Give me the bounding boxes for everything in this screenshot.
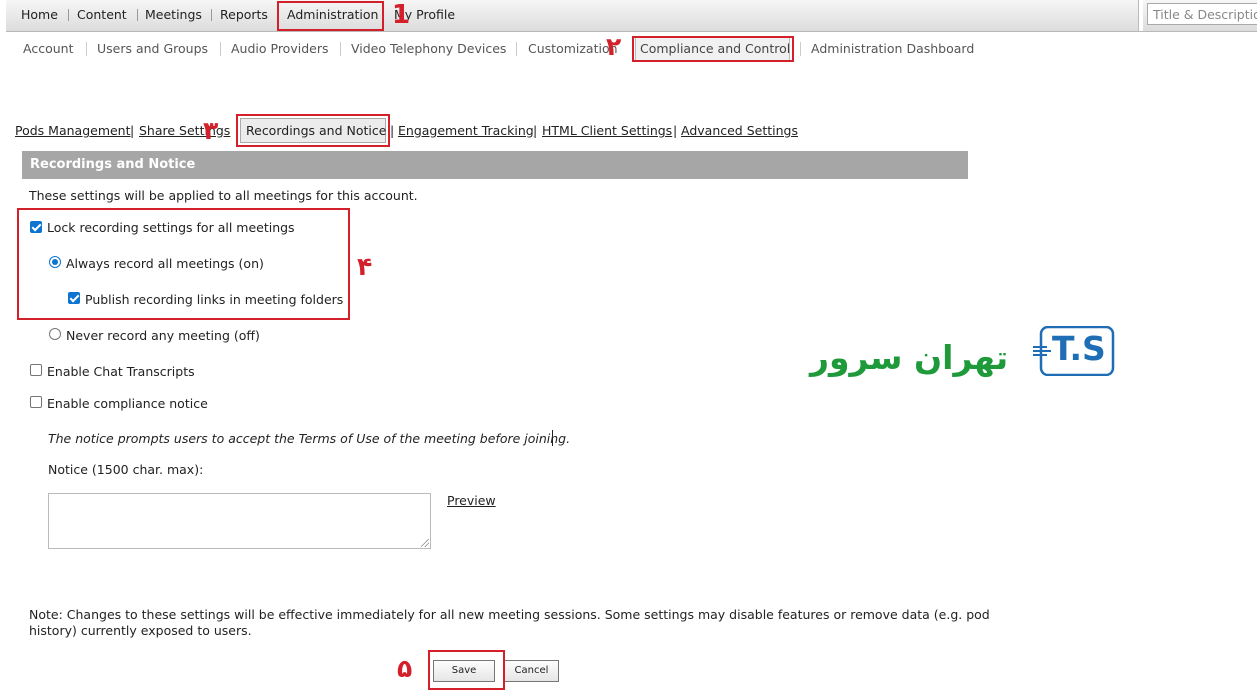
tab-separator: | bbox=[673, 123, 678, 138]
subnav-video-telephony-devices[interactable]: Video Telephony Devices bbox=[351, 41, 506, 56]
tab-separator: | bbox=[533, 123, 538, 138]
footer-note-line1: Note: Changes to these settings will be … bbox=[29, 607, 990, 622]
resize-grip-icon[interactable] bbox=[421, 539, 429, 547]
footer-note-line2: history) currently exposed to users. bbox=[29, 623, 252, 638]
subnav-customization[interactable]: Customization bbox=[528, 41, 618, 56]
never-record-radio[interactable] bbox=[49, 328, 61, 340]
notice-field-label: Notice (1500 char. max): bbox=[48, 462, 204, 477]
nav-content[interactable]: Content bbox=[77, 7, 127, 22]
subnav-users-and-groups[interactable]: Users and Groups bbox=[97, 41, 208, 56]
top-nav-bar: Home Content Meetings Reports Administra… bbox=[6, 0, 1257, 32]
preview-link[interactable]: Preview bbox=[447, 493, 496, 508]
notice-description: The notice prompts users to accept the T… bbox=[48, 431, 571, 446]
subnav-separator bbox=[800, 42, 801, 56]
nav-separator bbox=[211, 9, 212, 21]
subnav-audio-providers[interactable]: Audio Providers bbox=[231, 41, 328, 56]
nav-home[interactable]: Home bbox=[21, 7, 58, 22]
search-input[interactable]: Title & Description bbox=[1147, 3, 1257, 25]
annotation-box-compliance bbox=[632, 36, 794, 62]
nav-separator bbox=[137, 9, 138, 21]
annotation-number-1: 1 bbox=[392, 0, 411, 30]
annotation-number-5: ۵ bbox=[397, 654, 413, 683]
subnav-account[interactable]: Account bbox=[23, 41, 73, 56]
tab-pods-management[interactable]: Pods Management bbox=[15, 123, 131, 138]
tab-advanced-settings[interactable]: Advanced Settings bbox=[681, 123, 798, 138]
tab-separator: | bbox=[130, 123, 135, 138]
subnav-separator bbox=[516, 42, 517, 56]
notice-textarea[interactable] bbox=[48, 493, 431, 549]
subnav-separator bbox=[220, 42, 221, 56]
search-divider bbox=[1138, 0, 1143, 31]
tab-separator: | bbox=[390, 123, 395, 138]
annotation-box-recording-options bbox=[17, 208, 350, 320]
tab-html-client-settings[interactable]: HTML Client Settings bbox=[542, 123, 672, 138]
chat-transcripts-label: Enable Chat Transcripts bbox=[47, 364, 195, 379]
annotation-number-3: ۳ bbox=[203, 116, 219, 145]
nav-reports[interactable]: Reports bbox=[220, 7, 268, 22]
cancel-button[interactable]: Cancel bbox=[504, 660, 559, 682]
nav-meetings[interactable]: Meetings bbox=[145, 7, 202, 22]
subnav-separator bbox=[340, 42, 341, 56]
annotation-number-2: ۲ bbox=[606, 32, 622, 61]
compliance-notice-checkbox[interactable] bbox=[30, 396, 42, 408]
chat-transcripts-checkbox[interactable] bbox=[30, 364, 42, 376]
logo-latin-text: T.S bbox=[1052, 329, 1106, 368]
annotation-box-recordings bbox=[236, 114, 390, 147]
ts-logo: T.S bbox=[1033, 325, 1115, 377]
annotation-box-administration bbox=[277, 1, 384, 31]
subnav-administration-dashboard[interactable]: Administration Dashboard bbox=[811, 41, 974, 56]
section-intro: These settings will be applied to all me… bbox=[29, 188, 418, 203]
logo-farsi-text: تهران سرور bbox=[810, 338, 1009, 377]
text-cursor bbox=[552, 430, 553, 446]
subnav-separator bbox=[86, 42, 87, 56]
annotation-box-save bbox=[428, 650, 505, 690]
nav-separator bbox=[68, 9, 69, 21]
annotation-number-4: ۴ bbox=[357, 252, 373, 281]
tab-engagement-tracking[interactable]: Engagement Tracking bbox=[398, 123, 534, 138]
compliance-notice-label: Enable compliance notice bbox=[47, 396, 208, 411]
section-header: Recordings and Notice bbox=[22, 151, 968, 179]
never-record-label: Never record any meeting (off) bbox=[66, 328, 260, 343]
